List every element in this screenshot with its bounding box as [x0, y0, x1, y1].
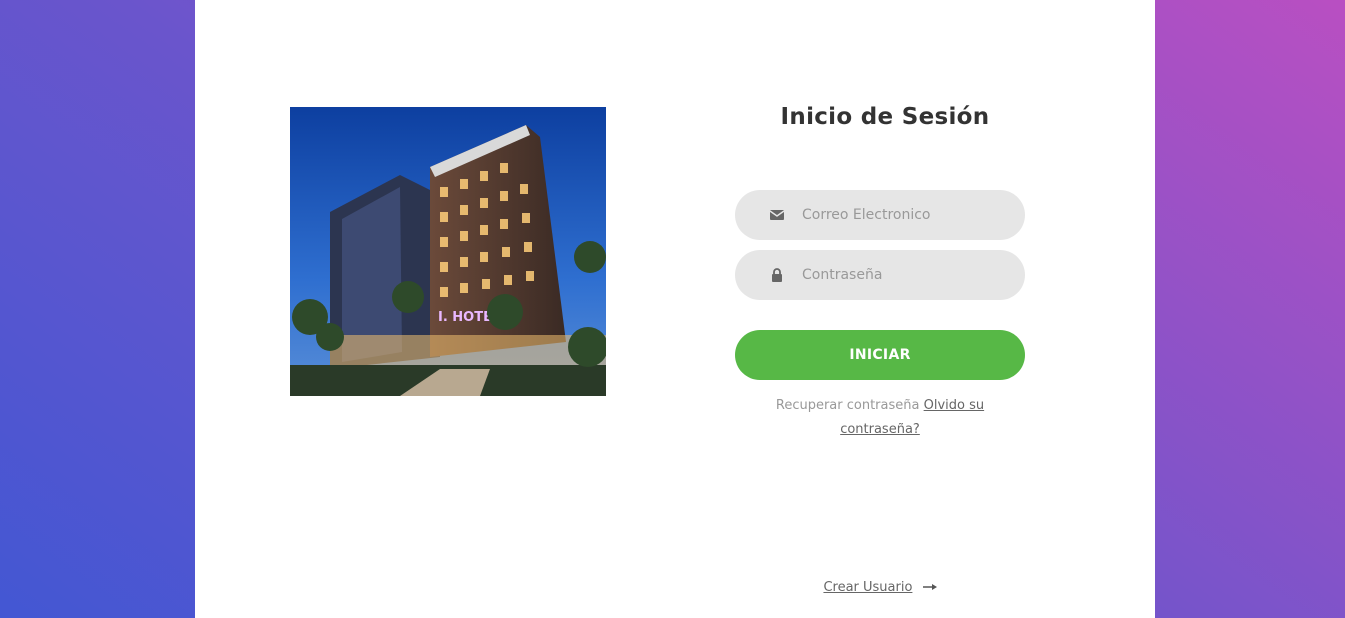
recover-text: Recuperar contraseña [775, 398, 920, 413]
password-input[interactable] [802, 250, 1002, 300]
login-card: I. HOTEL Inicio de Sesión Correo Electro… [195, 0, 1155, 618]
create-user-link[interactable]: Crear Usuario [823, 580, 912, 595]
recover-password: Recuperar contraseña Olvido su contraseñ… [755, 394, 1005, 442]
hotel-photo: I. HOTEL [290, 107, 606, 396]
lock-icon [769, 267, 785, 283]
create-user: Crear Usuario [795, 580, 965, 595]
envelope-icon [769, 207, 785, 223]
email-field[interactable] [735, 190, 1025, 240]
arrow-right-icon[interactable] [922, 580, 937, 595]
login-button[interactable]: INICIAR [735, 330, 1025, 380]
page-title: Inicio de Sesión [780, 104, 990, 130]
email-input[interactable] [802, 190, 1002, 240]
password-field[interactable] [735, 250, 1025, 300]
